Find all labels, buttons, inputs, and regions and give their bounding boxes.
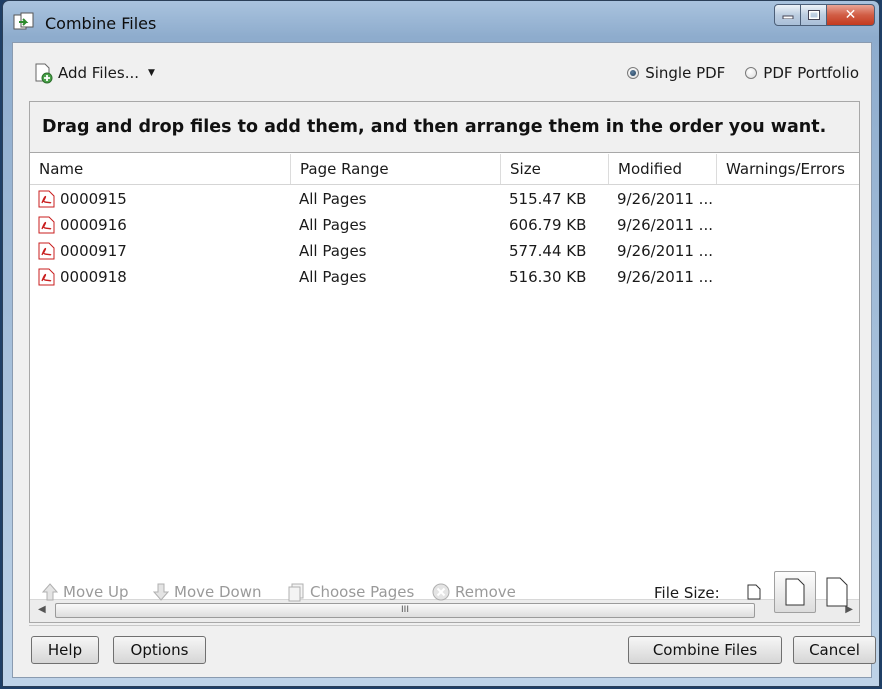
column-header-size[interactable]: Size [500, 154, 608, 184]
radio-unselected-icon [745, 67, 758, 79]
column-header-name[interactable]: Name [30, 154, 290, 184]
modified-date: 9/26/2011 ... [617, 268, 713, 286]
title-bar[interactable]: Combine Files ✕ [3, 1, 879, 41]
column-header-page-range[interactable]: Page Range [290, 154, 500, 184]
pdf-file-icon [38, 268, 55, 286]
single-pdf-label: Single PDF [645, 64, 726, 82]
small-page-icon [747, 584, 761, 600]
file-size: 515.47 KB [509, 190, 587, 208]
choose-pages-button[interactable]: Choose Pages [286, 582, 414, 602]
top-toolbar: Add Files... ▼ Single PDF PDF Portfolio [13, 43, 871, 101]
column-header-warnings[interactable]: Warnings/Errors [716, 154, 859, 184]
table-row[interactable]: 0000918 All Pages 516.30 KB 9/26/2011 ..… [30, 264, 859, 290]
modified-date: 9/26/2011 ... [617, 190, 713, 208]
maximize-button[interactable] [801, 4, 827, 26]
combine-files-app-icon [13, 12, 34, 30]
move-up-label: Move Up [63, 583, 129, 601]
file-name: 0000916 [60, 216, 127, 234]
combine-files-button[interactable]: Combine Files [628, 636, 782, 664]
file-name: 0000918 [60, 268, 127, 286]
page-range: All Pages [299, 242, 367, 260]
help-button[interactable]: Help [31, 636, 99, 664]
arrow-down-icon [152, 583, 170, 601]
cancel-button[interactable]: Cancel [793, 636, 876, 664]
page-range: All Pages [299, 190, 367, 208]
file-size: 577.44 KB [509, 242, 587, 260]
file-size: 516.30 KB [509, 268, 587, 286]
output-mode-radio-group: Single PDF PDF Portfolio [627, 64, 859, 82]
file-size-label: File Size: [654, 584, 720, 602]
window-title: Combine Files [45, 14, 157, 33]
remove-button[interactable]: Remove [431, 582, 516, 602]
combine-files-dialog: Combine Files ✕ Add Files... ▼ Single PD… [2, 0, 880, 687]
maximize-icon [807, 10, 820, 20]
file-size-large-button[interactable] [816, 571, 858, 613]
chevron-down-icon: ▼ [148, 68, 155, 78]
dialog-client-area: Add Files... ▼ Single PDF PDF Portfolio … [12, 42, 876, 678]
pdf-portfolio-radio[interactable]: PDF Portfolio [745, 64, 859, 82]
table-row[interactable]: 0000917 All Pages 577.44 KB 9/26/2011 ..… [30, 238, 859, 264]
column-header-modified[interactable]: Modified [608, 154, 716, 184]
remove-icon [432, 583, 450, 601]
remove-label: Remove [455, 583, 516, 601]
close-button[interactable]: ✕ [827, 4, 875, 26]
table-header: Name Page Range Size Modified Warnings/E… [30, 154, 859, 185]
add-files-label: Add Files... [58, 64, 140, 82]
file-name: 0000917 [60, 242, 127, 260]
file-list-panel: Drag and drop files to add them, and the… [29, 101, 860, 623]
file-name: 0000915 [60, 190, 127, 208]
single-pdf-radio[interactable]: Single PDF [627, 64, 725, 82]
pages-icon [288, 583, 304, 602]
table-row[interactable]: 0000916 All Pages 606.79 KB 9/26/2011 ..… [30, 212, 859, 238]
page-range: All Pages [299, 216, 367, 234]
pdf-file-icon [38, 216, 55, 234]
pdf-file-icon [38, 190, 55, 208]
pdf-file-icon [38, 242, 55, 260]
pdf-portfolio-label: PDF Portfolio [763, 64, 859, 82]
minimize-icon [782, 15, 793, 19]
close-icon: ✕ [844, 7, 857, 23]
move-up-button[interactable]: Move Up [41, 582, 129, 602]
file-size: 606.79 KB [509, 216, 587, 234]
separator [29, 625, 860, 626]
minimize-button[interactable] [774, 4, 801, 26]
file-list: 0000915 All Pages 515.47 KB 9/26/2011 ..… [30, 186, 859, 290]
radio-selected-icon [627, 67, 640, 79]
modified-date: 9/26/2011 ... [617, 242, 713, 260]
add-file-icon [35, 63, 53, 84]
options-button[interactable]: Options [113, 636, 206, 664]
move-down-button[interactable]: Move Down [152, 582, 262, 602]
file-size-default-button[interactable] [774, 571, 816, 613]
file-actions-toolbar: Move Up Move Down Choose Pages Remove Fi… [29, 565, 860, 615]
instruction-text: Drag and drop files to add them, and the… [30, 102, 859, 153]
file-size-small-button[interactable] [733, 571, 775, 613]
table-row[interactable]: 0000915 All Pages 515.47 KB 9/26/2011 ..… [30, 186, 859, 212]
arrow-up-icon [41, 583, 59, 601]
medium-page-icon [785, 578, 805, 606]
window-controls: ✕ [774, 4, 875, 28]
large-page-icon [826, 577, 848, 607]
page-range: All Pages [299, 268, 367, 286]
modified-date: 9/26/2011 ... [617, 216, 713, 234]
choose-pages-label: Choose Pages [310, 583, 415, 601]
move-down-label: Move Down [174, 583, 262, 601]
add-files-button[interactable]: Add Files... ▼ [33, 62, 155, 84]
